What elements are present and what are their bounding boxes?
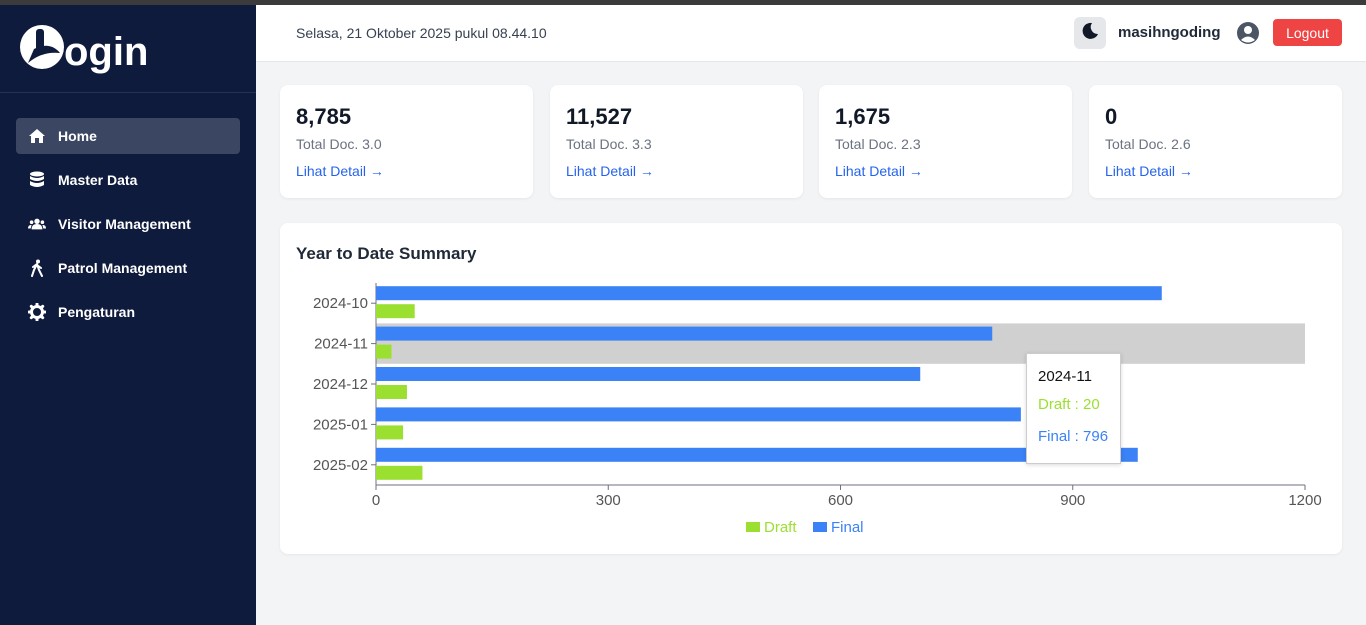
ytd-summary-panel: Year to Date Summary 0 300 600 900 1200 2024-… xyxy=(280,223,1342,554)
stat-card-doc-2-6: 0 Total Doc. 2.6 Lihat Detail → xyxy=(1089,85,1342,198)
detail-link[interactable]: Lihat Detail → xyxy=(296,163,384,179)
y-tick-label: 2024-11 xyxy=(314,336,368,353)
sidebar-item-master-data[interactable]: Master Data xyxy=(16,162,240,198)
y-tick-label: 2025-02 xyxy=(313,457,368,474)
y-tick-label: 2024-10 xyxy=(313,295,368,312)
legend-label-draft: Draft xyxy=(764,519,797,536)
chart-tooltip: 2024-11 Draft : 20 Final : 796 xyxy=(1026,353,1121,464)
x-tick-label: 900 xyxy=(1060,492,1085,509)
y-tick-label: 2024-12 xyxy=(313,376,368,393)
bar-final xyxy=(376,367,921,381)
logo-mark: ogin xyxy=(20,25,148,74)
ytd-bar-chart[interactable]: 0 300 600 900 1200 2024-10 2024-11 2024-12 2025-… xyxy=(280,223,1342,554)
gear-icon xyxy=(28,303,46,321)
stat-value: 1,675 xyxy=(835,104,891,129)
moon-icon xyxy=(1081,22,1099,45)
stat-label: Total Doc. 2.3 xyxy=(835,136,921,152)
stat-value: 0 xyxy=(1105,104,1118,129)
sidebar-item-home[interactable]: Home xyxy=(16,118,240,154)
tooltip-final: Final : 796 xyxy=(1038,428,1109,445)
sidebar-item-label: Home xyxy=(58,128,97,144)
logout-button[interactable]: Logout xyxy=(1273,19,1342,46)
legend-swatch-draft xyxy=(746,522,760,532)
sidebar-item-label: Patrol Management xyxy=(58,260,188,276)
stat-card-doc-2-3: 1,675 Total Doc. 2.3 Lihat Detail → xyxy=(819,85,1072,198)
detail-link[interactable]: Lihat Detail → xyxy=(1105,163,1193,179)
bar-draft xyxy=(376,465,423,480)
bar-final xyxy=(376,447,1138,462)
x-tick-label: 1200 xyxy=(1288,492,1321,509)
users-icon xyxy=(28,215,46,233)
stat-value: 11,527 xyxy=(566,104,633,129)
username[interactable]: masihngoding xyxy=(1118,24,1221,41)
bar-draft xyxy=(376,344,392,359)
bar-final xyxy=(376,326,993,341)
tooltip-draft: Draft : 20 xyxy=(1038,396,1100,413)
detail-link[interactable]: Lihat Detail → xyxy=(566,163,654,179)
sidebar-item-label: Pengaturan xyxy=(58,304,136,320)
legend-swatch-final xyxy=(813,522,827,532)
stat-card-doc-3-0: 8,785 Total Doc. 3.0 Lihat Detail → xyxy=(280,85,533,198)
sidebar: ogin Home Master Data Visitor Management xyxy=(0,5,256,625)
sidebar-item-label: Visitor Management xyxy=(58,216,191,232)
bar-draft xyxy=(376,385,407,399)
bar-final xyxy=(376,407,1021,422)
bar-draft xyxy=(376,425,404,440)
sidebar-nav: Home Master Data Visitor Management Patr… xyxy=(0,93,256,330)
legend-label-final: Final xyxy=(831,519,864,536)
stat-label: Total Doc. 3.3 xyxy=(566,136,652,152)
sidebar-item-pengaturan[interactable]: Pengaturan xyxy=(16,294,240,330)
walking-icon xyxy=(28,259,46,277)
current-datetime: Selasa, 21 Oktober 2025 pukul 08.44.10 xyxy=(296,25,547,41)
stat-label: Total Doc. 3.0 xyxy=(296,136,382,152)
sidebar-item-label: Master Data xyxy=(58,172,138,188)
window-top-strip xyxy=(0,0,1366,5)
bar-final xyxy=(376,286,1162,301)
sidebar-item-patrol-management[interactable]: Patrol Management xyxy=(16,250,240,286)
detail-link[interactable]: Lihat Detail → xyxy=(835,163,923,179)
x-tick-label: 300 xyxy=(596,492,621,509)
y-tick-label: 2025-01 xyxy=(313,416,368,433)
top-header: Selasa, 21 Oktober 2025 pukul 08.44.10 m… xyxy=(256,5,1366,62)
tooltip-title: 2024-11 xyxy=(1038,368,1092,385)
stat-card-doc-3-3: 11,527 Total Doc. 3.3 Lihat Detail → xyxy=(550,85,803,198)
theme-toggle-button[interactable] xyxy=(1074,17,1106,49)
app-logo[interactable]: ogin xyxy=(0,5,256,93)
x-tick-label: 600 xyxy=(828,492,853,509)
home-icon xyxy=(28,127,46,145)
user-circle-icon[interactable] xyxy=(1236,21,1260,50)
x-tick-label: 0 xyxy=(372,492,380,509)
sidebar-item-visitor-management[interactable]: Visitor Management xyxy=(16,206,240,242)
svg-text:ogin: ogin xyxy=(64,30,148,74)
stat-value: 8,785 xyxy=(296,104,352,129)
stat-label: Total Doc. 2.6 xyxy=(1105,136,1191,152)
database-icon xyxy=(28,171,46,189)
bar-draft xyxy=(376,304,415,319)
